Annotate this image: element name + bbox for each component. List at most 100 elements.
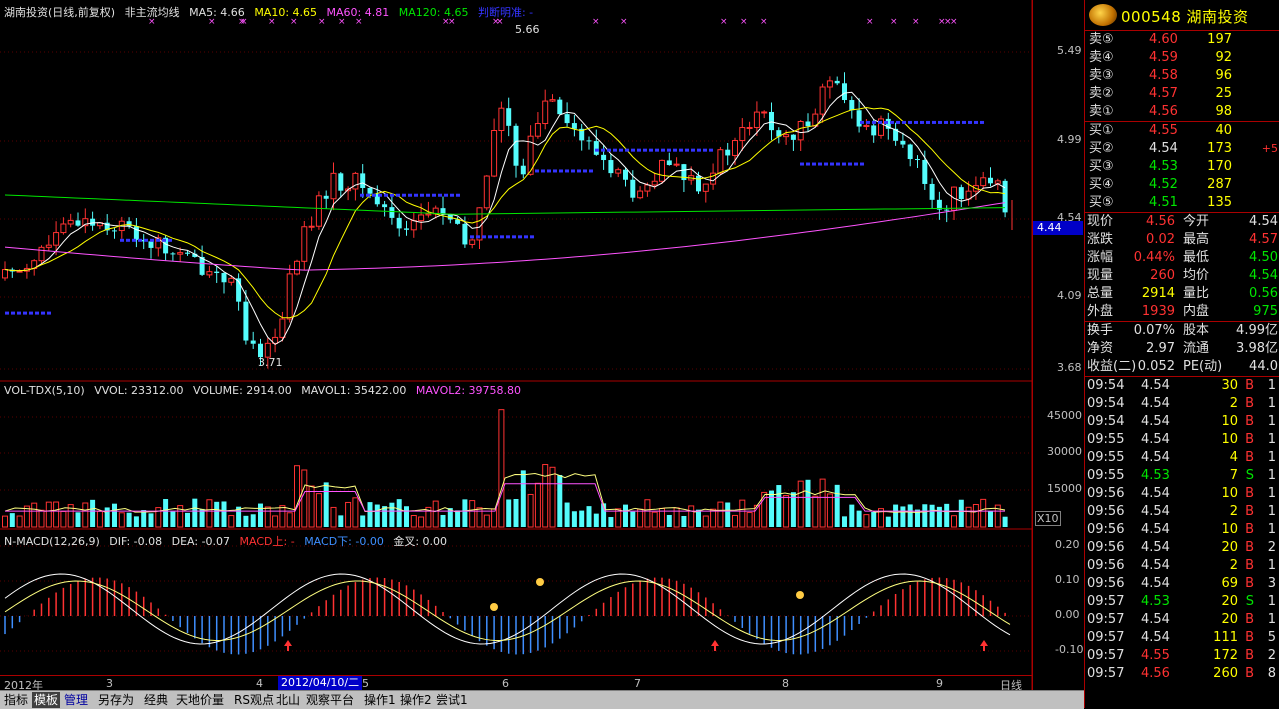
sell-row[interactable]: 卖③ 4.58 96 [1085,67,1279,85]
tab-2[interactable]: 管理 [62,692,94,708]
volume-bar-up [972,503,979,528]
volume-bar-down [885,516,891,527]
candle-body-down [250,340,256,344]
candle-body-down [805,121,811,127]
golden-cross-value: 金叉: 0.00 [393,535,448,548]
trend-dash-marker [655,148,659,152]
candle-body-down [871,125,877,136]
sell-row[interactable]: 卖① 4.56 98 [1085,103,1279,121]
chart-area[interactable]: × × × × × × × × × × × × × × × × × × × × × × × × 湖南投资(日线,前复权) 非主… [0,0,1032,692]
sell-level-label: 卖② [1089,86,1114,101]
volume-bar-down [367,502,373,527]
dea-value: DEA: -0.07 [171,535,231,548]
volume-bar-up [410,515,417,528]
macd-up-value: MACD上: - [239,535,295,548]
buy-row[interactable]: 买① 4.55 40 [1085,122,1279,140]
tick-row[interactable]: 09:55 4.54 4 B 1 [1085,449,1279,467]
buy-row[interactable]: 买④ 4.52 287 [1085,176,1279,194]
volume-bar-down [455,510,461,527]
tick-row[interactable]: 09:57 4.54 111 B 5 [1085,629,1279,647]
candle-body-down [513,125,519,166]
date-axis-label: 8 [782,677,789,690]
candle-body-up [418,214,425,222]
buy-level-label: 买① [1089,123,1114,138]
signal-marker: × [950,17,958,27]
tick-list[interactable]: 09:54 4.54 30 B 1 09:54 4.54 2 B 1 09:54 4.54 10 B 1 09… [1085,376,1279,683]
tick-side: B [1245,414,1254,429]
quote-label: 今开 [1183,214,1210,229]
candle-body-down [367,187,373,194]
tick-row[interactable]: 09:54 4.54 2 B 1 [1085,395,1279,413]
tick-row[interactable]: 09:55 4.53 7 S 1 [1085,467,1279,485]
price-panel-title: 湖南投资(日线,前复权) 非主流均线 MA5: 4.66 MA10: 4.65 … [4,4,539,20]
sell-row[interactable]: 卖② 4.57 25 [1085,85,1279,103]
candle-body-up [717,149,724,174]
tick-row[interactable]: 09:57 4.55 172 B 2 [1085,647,1279,665]
tick-row[interactable]: 09:56 4.54 69 B 3 [1085,575,1279,593]
trend-dash-marker [896,120,900,124]
candle-body-up [476,207,483,241]
trend-dash-marker [848,162,852,166]
kline-chart-canvas[interactable]: × × ×× × × × × × ×× ×× × × × × × × × × ××× [0,0,1032,690]
buy-signal-arrow-icon [711,640,719,651]
tick-row[interactable]: 09:57 4.54 20 B 1 [1085,611,1279,629]
candle-body-down [90,218,96,226]
candle-body-down [842,83,847,101]
tick-row[interactable]: 09:57 4.53 20 S 1 [1085,593,1279,611]
tab-8[interactable]: 观察平台 [304,692,360,708]
tick-price: 4.54 [1141,432,1170,447]
volume-bar-up [637,508,644,528]
volume-bar-down [185,512,190,527]
buy-row[interactable]: 买② 4.54 173 +5 [1085,140,1279,158]
tick-row[interactable]: 09:55 4.54 10 B 1 [1085,431,1279,449]
trend-dash-marker [120,238,124,242]
trend-dash-marker [530,235,534,239]
tab-9[interactable]: 操作1 [362,692,396,708]
tab-1[interactable]: 模板 [32,692,60,708]
tab-10[interactable]: 操作2 [398,692,432,708]
volume-bar-up [710,508,717,528]
quote-value: 1939 [1141,304,1175,319]
tab-3[interactable]: 另存为 [96,692,140,708]
volume-bar-down [513,499,519,527]
tick-count: 1 [1267,612,1276,627]
candle-body-up [644,184,651,192]
tick-row[interactable]: 09:56 4.54 20 B 2 [1085,539,1279,557]
tick-row[interactable]: 09:56 4.54 2 B 1 [1085,557,1279,575]
buy-row[interactable]: 买⑤ 4.51 135 [1085,194,1279,212]
sell-row[interactable]: 卖⑤ 4.60 197 [1085,31,1279,49]
trend-dash-marker [866,120,870,124]
candle-body-up [301,226,308,262]
quote-value: 0.56 [1249,286,1278,301]
trend-dash-marker [518,235,522,239]
volume-bar-down [681,516,687,527]
buy-row[interactable]: 买③ 4.53 170 [1085,158,1279,176]
buy-change: +5 [1261,142,1278,155]
tab-7[interactable]: 北山 [274,692,302,708]
tick-row[interactable]: 09:56 4.54 2 B 1 [1085,503,1279,521]
tick-row[interactable]: 09:54 4.54 30 B 1 [1085,377,1279,395]
candle-body-up [651,180,658,186]
fund-label: PE(动) [1183,359,1223,374]
tab-5[interactable]: 天地价量 [174,692,230,708]
tick-row[interactable]: 09:56 4.54 10 B 1 [1085,485,1279,503]
volume-bar-down [404,506,409,527]
quote-header[interactable]: 000548 湖南投资 [1085,0,1279,31]
tick-row[interactable]: 09:56 4.54 10 B 1 [1085,521,1279,539]
volume-bar-up [2,515,8,528]
quote-value: 260 [1150,268,1175,283]
tab-11[interactable]: 尝试1 [434,692,468,708]
tab-4[interactable]: 经典 [142,692,172,708]
trend-dash-marker [962,120,966,124]
tick-row[interactable]: 09:57 4.56 260 B 8 [1085,665,1279,683]
trend-dash-marker [470,235,474,239]
tick-time: 09:55 [1087,468,1125,483]
volume-bar-down [623,504,628,527]
buy-price: 4.54 [1149,141,1178,156]
sell-row[interactable]: 卖④ 4.59 92 [1085,49,1279,67]
tick-row[interactable]: 09:54 4.54 10 B 1 [1085,413,1279,431]
volume-bar-up [315,493,322,528]
tab-0[interactable]: 指标 [2,692,30,708]
candle-body-down [323,195,329,199]
tab-6[interactable]: RS观点 [232,692,274,708]
